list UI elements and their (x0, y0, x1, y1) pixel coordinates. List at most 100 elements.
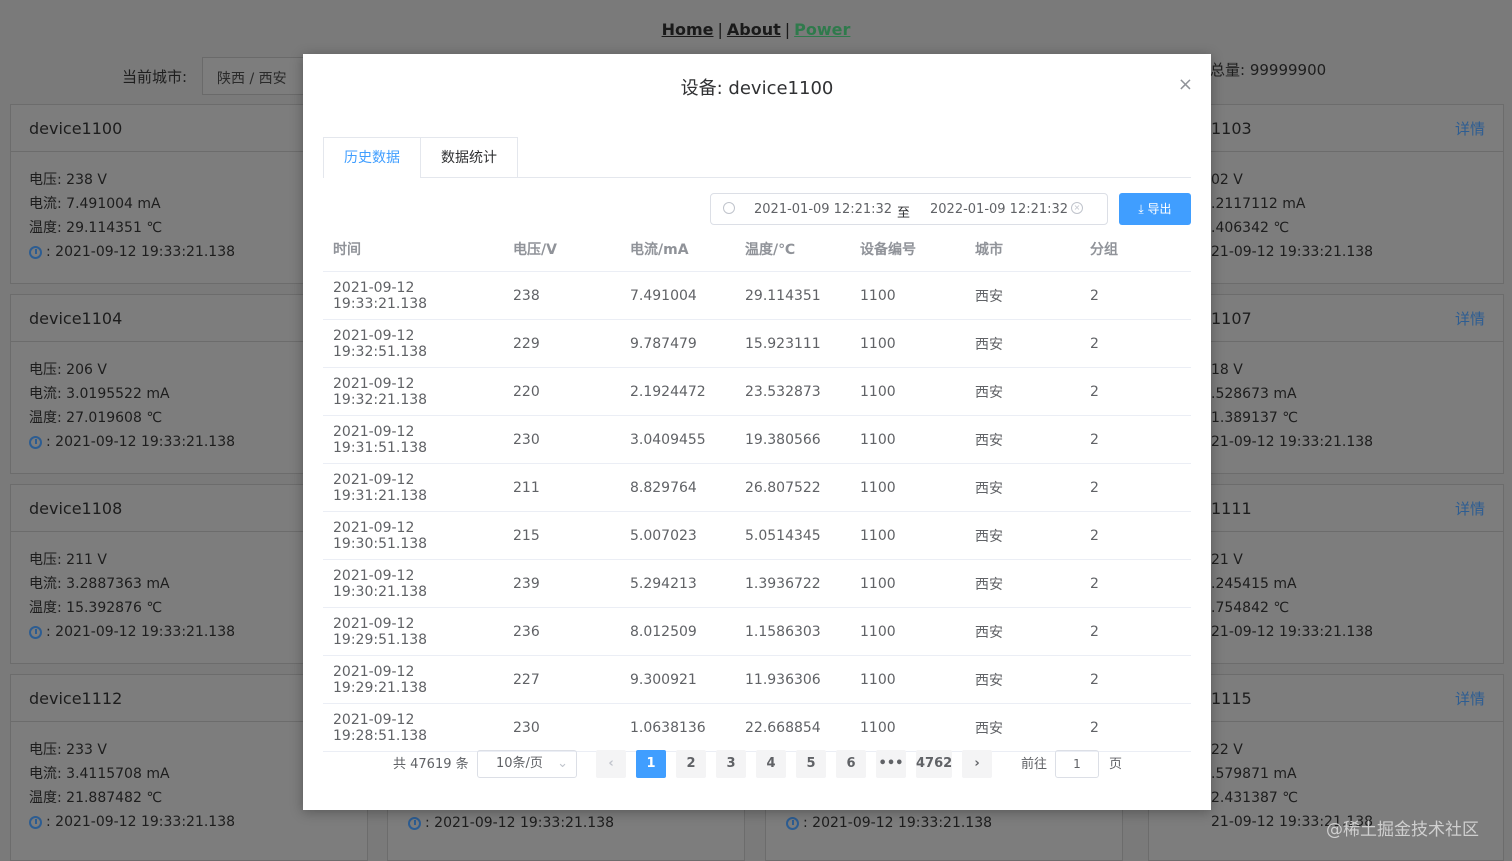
start-date[interactable]: 2021-01-09 12:21:32 (754, 202, 892, 217)
table-cell: 1.3936722 (735, 559, 850, 608)
table-cell: 2 (1080, 415, 1191, 464)
page-button[interactable]: 6 (836, 750, 866, 778)
table-cell: 2021-09-12 19:31:21.138 (323, 463, 503, 512)
column-header: 时间 (323, 227, 503, 272)
clock-icon (29, 246, 42, 259)
table-cell: 2 (1080, 703, 1191, 752)
nav-power-link[interactable]: Power (794, 20, 850, 39)
tab-history[interactable]: 历史数据 (323, 137, 421, 178)
device-title: 1107 (1211, 308, 1252, 328)
nav-separator: | (784, 20, 791, 39)
table-cell: 211 (503, 463, 620, 512)
table-cell: 西安 (965, 703, 1080, 752)
temperature-text: .754842 ℃ (1211, 600, 1290, 616)
table-cell: 5.007023 (620, 511, 735, 560)
table-header-row: 时间 电压/V 电流/mA 温度/℃ 设备编号 城市 分组 (323, 227, 1191, 272)
temperature-text: 2.431387 ℃ (1211, 790, 1298, 806)
clock-icon (29, 436, 42, 449)
page-button[interactable]: 4 (756, 750, 786, 778)
table-cell: 215 (503, 511, 620, 560)
table-cell: 2 (1080, 271, 1191, 320)
device-title: device1104 (29, 308, 123, 328)
voltage-text: 21 V (1211, 552, 1243, 568)
page-button[interactable]: 5 (796, 750, 826, 778)
page-size-select[interactable]: 10条/页 ⌄ (477, 750, 577, 778)
page-button[interactable]: 1 (636, 750, 666, 778)
device-title: 1103 (1211, 118, 1252, 138)
export-button[interactable]: ⤓ 导出 (1119, 193, 1191, 225)
goto-page-input[interactable]: 1 (1055, 750, 1099, 778)
voltage-text: 电压: 233 V (29, 742, 107, 758)
column-header: 分组 (1080, 227, 1191, 272)
table-cell: 8.012509 (620, 607, 735, 656)
chevron-down-icon: ⌄ (557, 756, 568, 771)
table-cell: 1100 (850, 607, 965, 656)
table-row: 2021-09-12 19:29:51.138 236 8.012509 1.1586… (323, 607, 1191, 656)
detail-link[interactable]: 详情 (1455, 118, 1485, 139)
top-nav: Home | About | Power (0, 20, 1512, 39)
watermark: @稀土掘金技术社区 (1326, 820, 1479, 840)
history-table: 时间 电压/V 电流/mA 温度/℃ 设备编号 城市 分组 2021-09-12… (323, 227, 1191, 752)
table-cell: 1100 (850, 559, 965, 608)
detail-link[interactable]: 详情 (1455, 308, 1485, 329)
table-cell: 230 (503, 415, 620, 464)
page-button[interactable]: 4762 (916, 750, 952, 778)
tab-statistics[interactable]: 数据统计 (421, 137, 518, 177)
table-cell: 227 (503, 655, 620, 704)
table-row: 2021-09-12 19:31:21.138 211 8.829764 26.807… (323, 463, 1191, 512)
nav-about-link[interactable]: About (727, 20, 781, 39)
table-cell: 2 (1080, 655, 1191, 704)
clock-icon (29, 626, 42, 639)
table-row: 2021-09-12 19:30:21.138 239 5.294213 1.3936… (323, 559, 1191, 608)
nav-home-link[interactable]: Home (662, 20, 714, 39)
total-count: 总量: 99999900 (1210, 61, 1327, 79)
more-pages-button[interactable]: ••• (876, 750, 906, 778)
next-page-button[interactable]: › (962, 750, 992, 778)
timestamp-text: : 2021-09-12 19:33:21.138 (46, 814, 236, 830)
table-cell: 5.294213 (620, 559, 735, 608)
table-cell: 2021-09-12 19:31:51.138 (323, 415, 503, 464)
table-cell: 2 (1080, 319, 1191, 368)
detail-link[interactable]: 详情 (1455, 688, 1485, 709)
device-title: device1108 (29, 498, 123, 518)
voltage-text: 02 V (1211, 172, 1243, 188)
table-cell: 236 (503, 607, 620, 656)
table-cell: 2021-09-12 19:28:51.138 (323, 703, 503, 752)
table-row: 2021-09-12 19:29:21.138 227 9.300921 11.936… (323, 655, 1191, 704)
page-button[interactable]: 2 (676, 750, 706, 778)
temperature-text: 温度: 21.887482 ℃ (29, 790, 163, 806)
table-cell: 26.807522 (735, 463, 850, 512)
table-cell: 1.1586303 (735, 607, 850, 656)
date-range-picker[interactable]: 2021-01-09 12:21:32 至 2022-01-09 12:21:3… (710, 193, 1108, 225)
page-size-value: 10条/页 (496, 756, 543, 771)
table-cell: 西安 (965, 655, 1080, 704)
table-cell: 2021-09-12 19:30:51.138 (323, 511, 503, 560)
column-header: 设备编号 (850, 227, 965, 272)
clock-icon (786, 817, 799, 830)
table-cell: 1100 (850, 319, 965, 368)
clear-icon[interactable]: × (1071, 202, 1083, 214)
table-cell: 西安 (965, 559, 1080, 608)
current-text: 电流: 3.2887363 mA (29, 576, 170, 592)
table-cell: 西安 (965, 463, 1080, 512)
table-row: 2021-09-12 19:30:51.138 215 5.007023 5.0514… (323, 511, 1191, 560)
page-button[interactable]: 3 (716, 750, 746, 778)
table-row: 2021-09-12 19:32:51.138 229 9.787479 15.923… (323, 319, 1191, 368)
detail-link[interactable]: 详情 (1455, 498, 1485, 519)
nav-separator: | (717, 20, 723, 39)
table-cell: 1100 (850, 415, 965, 464)
current-text: .245415 mA (1211, 576, 1297, 592)
device-title: 1111 (1211, 498, 1252, 518)
column-header: 温度/℃ (735, 227, 850, 272)
table-cell: 29.114351 (735, 271, 850, 320)
table-cell: 220 (503, 367, 620, 416)
range-separator: 至 (897, 206, 911, 221)
clock-icon (29, 816, 42, 829)
table-cell: 西安 (965, 271, 1080, 320)
close-icon[interactable]: × (1178, 74, 1193, 95)
current-text: 电流: 3.4115708 mA (29, 766, 170, 782)
current-text: .579871 mA (1211, 766, 1297, 782)
prev-page-button[interactable]: ‹ (596, 750, 626, 778)
dialog-title: 设备: device1100 (680, 78, 834, 99)
end-date[interactable]: 2022-01-09 12:21:32 (930, 202, 1068, 217)
